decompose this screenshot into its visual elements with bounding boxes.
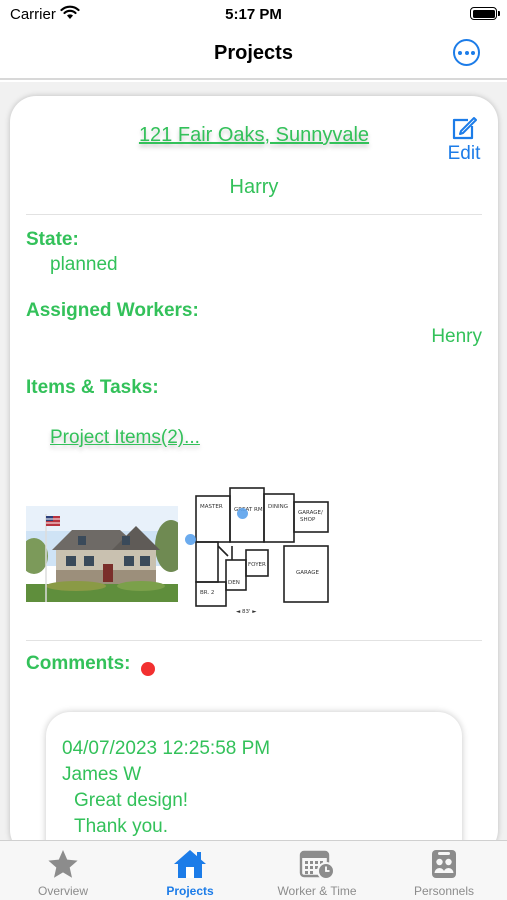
state-value: planned [50, 254, 118, 275]
tab-projects[interactable]: Projects [127, 841, 253, 900]
comment-author: James W [62, 764, 142, 785]
assigned-workers-label: Assigned Workers: [26, 300, 199, 321]
svg-text:GARAGE: GARAGE [296, 570, 320, 576]
photo-indicator-dot [185, 534, 196, 545]
project-items-link[interactable]: Project Items(2)... [50, 427, 200, 449]
items-tasks-label: Items & Tasks: [26, 377, 159, 398]
project-address-link[interactable]: 121 Fair Oaks, Sunnyvale [10, 124, 498, 147]
page-title: Projects [214, 42, 293, 64]
comment-text-line: Great design! [74, 790, 189, 811]
clock-time: 5:17 PM [225, 6, 282, 23]
status-bar: Carrier 5:17 PM [0, 0, 507, 30]
ellipsis-circle-icon [458, 50, 462, 55]
tab-label: Overview [37, 884, 88, 898]
edit-button[interactable]: Edit [444, 116, 484, 165]
assigned-worker-value: Henry [431, 326, 482, 347]
calendar-clock-icon [299, 850, 335, 880]
comment-text-line: Thank you. [74, 816, 168, 837]
svg-text:DINING: DINING [268, 504, 288, 510]
svg-text:GARAGE/: GARAGE/ [298, 510, 323, 516]
edit-label: Edit [447, 143, 481, 164]
state-label: State: [26, 229, 79, 250]
svg-text:DEN: DEN [228, 580, 240, 586]
battery-icon [470, 7, 500, 20]
tab-worker-time[interactable]: Worker & Time [254, 841, 380, 900]
svg-text:MASTER: MASTER [200, 504, 223, 510]
tab-label: Worker & Time [277, 884, 357, 898]
tab-bar: Overview Projects Worker & Time Personne… [0, 840, 507, 900]
divider [26, 214, 482, 215]
star-icon [48, 850, 78, 878]
edit-square-icon [452, 117, 477, 140]
floor-plan-image[interactable]: MASTER GREAT RM. DINING GARAGE/ SHOP GAR… [188, 486, 332, 616]
comments-label: Comments: [26, 653, 131, 674]
svg-text:◄ 83' ►: ◄ 83' ► [236, 609, 257, 615]
tab-label: Personnels [413, 884, 475, 898]
comment-timestamp: 04/07/2023 12:25:58 PM [62, 738, 271, 759]
house-photo[interactable] [26, 506, 178, 602]
navigation-bar: Projects [0, 30, 507, 80]
svg-text:BR. 2: BR. 2 [200, 590, 214, 596]
more-options-button[interactable] [453, 39, 480, 66]
project-card: 121 Fair Oaks, Sunnyvale Edit Harry Stat… [10, 96, 498, 856]
people-icon [432, 850, 456, 878]
comment-bubble[interactable]: 04/07/2023 12:25:58 PM James W Great des… [46, 712, 462, 856]
project-owner: Harry [229, 176, 279, 198]
new-comment-badge [141, 662, 155, 676]
divider [26, 640, 482, 641]
house-icon [174, 850, 206, 878]
tab-overview[interactable]: Overview [0, 841, 126, 900]
tab-label: Projects [166, 884, 214, 898]
svg-text:FOYER: FOYER [248, 562, 266, 568]
tab-personnels[interactable]: Personnels [381, 841, 507, 900]
photo-indicator-dot [237, 508, 248, 519]
svg-text:SHOP: SHOP [300, 517, 316, 523]
